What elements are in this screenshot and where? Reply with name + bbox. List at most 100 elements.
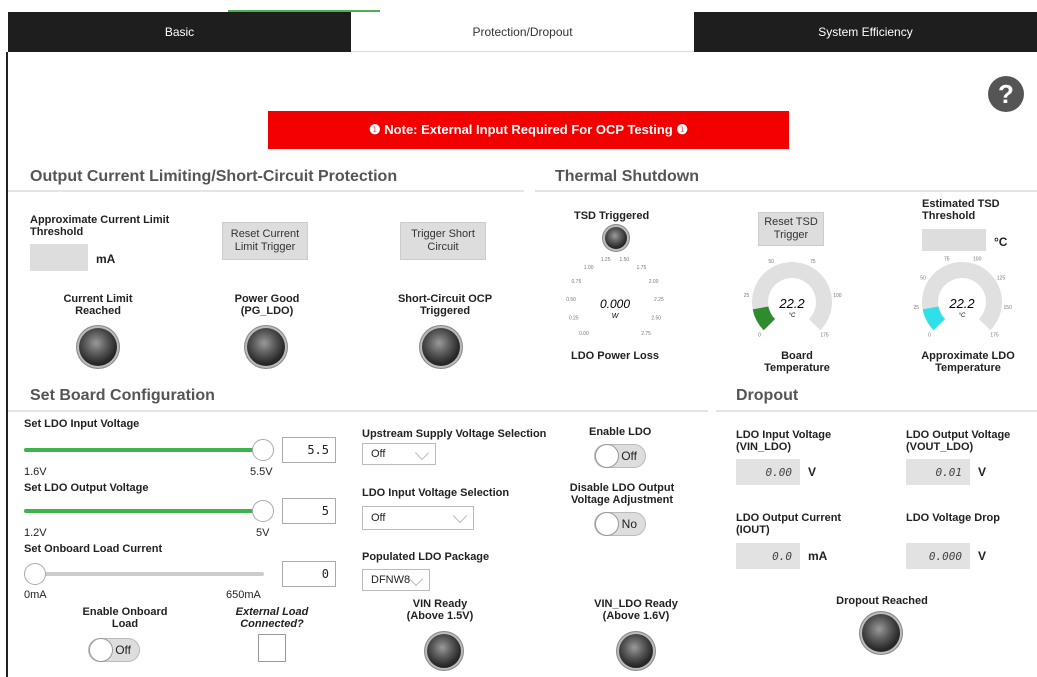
ldo-gauge-unit: °C — [959, 313, 966, 319]
upstream-select[interactable]: Off — [362, 443, 436, 465]
current-limit-threshold-label: Approximate Current Limit Threshold — [30, 214, 170, 238]
thermal-section-title: Thermal Shutdown — [555, 168, 699, 185]
board-gauge-tick-label: 75 — [810, 259, 816, 265]
vin-max-label: 5.5V — [250, 466, 273, 478]
load-slider-thumb[interactable] — [24, 563, 46, 585]
tsd-triggered-label: TSD Triggered — [574, 210, 650, 222]
ldo-gauge-tick-label: 100 — [973, 257, 982, 263]
board-gauge-tick-label: 0 — [758, 333, 761, 339]
current-limit-threshold-unit: mA — [96, 252, 116, 266]
dropout-reached-label: Dropout Reached — [836, 595, 928, 607]
load-number-input[interactable]: 0 — [282, 561, 336, 587]
dropout-vout-unit: V — [978, 465, 987, 479]
chevron-down-icon — [414, 445, 430, 461]
ocp-section-title: Output Current Limiting/Short-Circuit Pr… — [30, 168, 398, 185]
chevron-down-icon — [452, 508, 468, 524]
vin-min-label: 1.6V — [24, 466, 47, 478]
ldo-temperature-label: Approximate LDO Temperature — [921, 350, 1015, 374]
current-limit-reached-label: Current Limit Reached — [63, 293, 133, 317]
trigger-short-circuit-button[interactable]: Trigger Short Circuit — [400, 222, 486, 260]
help-icon[interactable]: ? — [988, 76, 1024, 112]
dropout-reached-indicator — [862, 614, 900, 652]
ocp-triggered-indicator — [422, 328, 460, 366]
power-good-indicator — [247, 328, 285, 366]
upstream-select-value: Off — [371, 448, 386, 460]
package-select[interactable]: DFNW8 — [362, 569, 430, 591]
estimated-tsd-value — [922, 229, 986, 251]
chevron-down-icon — [408, 571, 424, 587]
power-gauge-tick-label: 0.00 — [579, 331, 589, 337]
dropout-divider — [716, 410, 1037, 412]
load-max-label: 650mA — [226, 589, 261, 601]
input-voltage-select-label: LDO Input Voltage Selection — [362, 487, 510, 499]
board-gauge-unit: °C — [789, 313, 796, 319]
power-gauge-tick-label: 1.75 — [637, 265, 647, 271]
enable-load-toggle[interactable]: Off — [88, 638, 140, 662]
enable-ldo-toggle[interactable]: Off — [594, 444, 646, 468]
input-voltage-select[interactable]: Off — [362, 506, 474, 530]
thermal-divider — [535, 190, 1037, 192]
vin-ready-label: VIN Ready (Above 1.5V) — [406, 598, 474, 622]
ocp-divider — [8, 190, 524, 192]
enable-load-toggle-text: Off — [115, 643, 131, 657]
ldo-gauge-tick-label: 25 — [914, 305, 920, 311]
vinldo-ready-indicator — [619, 634, 653, 668]
vout-number-input[interactable]: 5 — [282, 498, 336, 524]
load-slider-track[interactable] — [24, 572, 264, 576]
ldo-gauge-tick-label: 75 — [944, 257, 950, 263]
vout-slider-thumb[interactable] — [252, 500, 274, 522]
tab-protection-dropout[interactable]: Protection/Dropout — [351, 12, 694, 52]
ldo-gauge-tick-label: 150 — [1004, 305, 1013, 311]
external-load-checkbox[interactable] — [258, 634, 286, 662]
power-gauge-tick-label: 2.25 — [654, 297, 664, 303]
ldo-gauge-value: 22.2 — [948, 296, 975, 311]
dropout-vin-readout: 0.00 — [736, 459, 800, 485]
power-gauge-tick-label: 2.75 — [641, 331, 651, 337]
tab-system-efficiency[interactable]: System Efficiency — [694, 12, 1037, 52]
enable-ldo-toggle-knob — [595, 444, 619, 468]
board-config-divider — [8, 410, 708, 412]
vin-number-input[interactable]: 5.5 — [282, 437, 336, 463]
dropout-iout-readout: 0.0 — [736, 543, 800, 569]
disable-adjust-toggle-knob — [595, 512, 619, 536]
power-gauge-tick-label: 2.50 — [651, 315, 661, 321]
ldo-power-gauge-value: 0.000 — [600, 297, 630, 311]
dropout-vout-readout: 0.01 — [906, 459, 970, 485]
load-min-label: 0mA — [24, 589, 47, 601]
upstream-select-label: Upstream Supply Voltage Selection — [362, 428, 547, 440]
ldo-gauge-tick-label: 125 — [997, 276, 1006, 282]
ldo-gauge-tick-label: 0 — [928, 333, 931, 339]
board-gauge-tick-label: 175 — [820, 333, 829, 339]
input-voltage-select-value: Off — [371, 512, 386, 524]
disable-adjust-toggle[interactable]: No — [594, 512, 646, 536]
ldo-power-loss-label: LDO Power Loss — [570, 350, 660, 362]
power-gauge-tick-label: 1.50 — [619, 257, 629, 263]
dropout-vout-label: LDO Output Voltage (VOUT_LDO) — [906, 429, 1011, 453]
power-gauge-tick-label: 2.00 — [649, 279, 659, 285]
vout-slider-fill — [24, 509, 264, 513]
vin-slider-fill — [24, 448, 264, 452]
board-temperature-label: Board Temperature — [764, 350, 830, 374]
tab-basic[interactable]: Basic — [8, 12, 351, 52]
package-select-label: Populated LDO Package — [362, 551, 490, 563]
load-slider-label: Set Onboard Load Current — [24, 543, 163, 555]
reset-current-limit-button[interactable]: Reset Current Limit Trigger — [222, 222, 308, 260]
dropout-drop-label: LDO Voltage Drop — [906, 512, 1000, 524]
estimated-tsd-label: Estimated TSD Threshold — [922, 198, 1000, 222]
vout-max-label: 5V — [256, 527, 270, 539]
external-load-label: External Load Connected? — [235, 606, 309, 630]
reset-tsd-button[interactable]: Reset TSD Trigger — [758, 212, 824, 246]
vin-slider-thumb[interactable] — [252, 439, 274, 461]
power-gauge-tick-label: 1.00 — [584, 265, 594, 271]
board-gauge-value: 22.2 — [778, 296, 805, 311]
ocp-note-banner: ❶ Note: External Input Required For OCP … — [268, 111, 789, 149]
ldo-power-gauge: 0.00 0.25 0.50 0.75 1.00 1.25 1.50 1.75 2.00 2.25… — [566, 257, 664, 337]
enable-load-label: Enable Onboard Load — [82, 606, 168, 630]
left-border — [6, 52, 8, 677]
ldo-temperature-gauge: 0 25 50 75 100 125 150 175 22.2 °C — [914, 257, 1013, 339]
tsd-triggered-indicator — [605, 227, 627, 249]
board-gauge-tick-label: 25 — [744, 293, 750, 299]
board-gauge-tick-label: 50 — [768, 259, 774, 265]
enable-ldo-label: Enable LDO — [589, 426, 652, 438]
board-temperature-gauge: 0 25 50 75 100 175 22.2 °C — [744, 259, 842, 339]
